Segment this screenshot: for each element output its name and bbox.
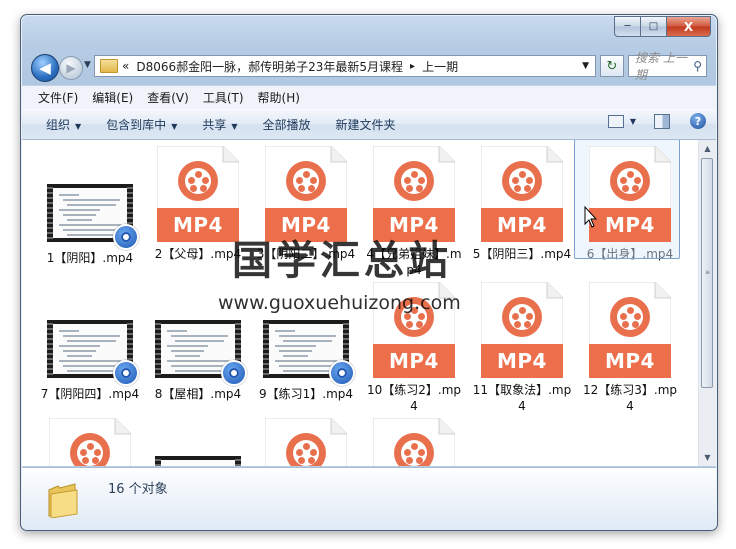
search-placeholder: 搜索 上一期 (635, 51, 687, 82)
file-item[interactable]: MP4 11【取象法】.mp4 (472, 282, 572, 414)
file-item[interactable]: 1【阴阳】.mp4 (40, 146, 140, 266)
file-name: 1【阴阳】.mp4 (46, 251, 134, 265)
mp4-file-icon: MP4 (481, 282, 563, 378)
media-player-badge-icon (113, 224, 139, 250)
close-button[interactable]: X (667, 16, 711, 37)
file-name: 7【阴阳四】.mp4 (40, 387, 140, 401)
mp4-label: MP4 (589, 208, 671, 242)
search-icon[interactable]: ⚲ (693, 59, 702, 73)
folder-icon (48, 483, 78, 518)
mp4-file-icon: MP4 (481, 146, 563, 242)
file-item[interactable]: MP4 (256, 418, 356, 466)
folder-icon (100, 59, 118, 73)
chevron-down-icon: ▼ (75, 121, 82, 131)
menu-item-3[interactable]: 工具(T) (203, 89, 244, 106)
preview-pane-icon[interactable] (654, 113, 670, 129)
search-input[interactable]: 搜索 上一期 ⚲ (628, 51, 707, 82)
organize-button[interactable]: 组织 ▼ (46, 116, 81, 133)
mp4-file-icon: MP4 (589, 146, 671, 242)
vertical-scrollbar[interactable]: ▲ ≡ ▼ (698, 140, 716, 466)
media-player-badge-icon (329, 360, 355, 386)
scrollbar-thumb[interactable]: ≡ (701, 158, 713, 388)
menu-item-2[interactable]: 查看(V) (147, 89, 189, 106)
view-options-icon[interactable] (607, 114, 624, 128)
address-bar[interactable]: « D8066郝金阳一脉，郝传明弟子23年最新5月课程 ▸ 上一期 ▼ (94, 55, 596, 77)
navigation-bar: ◀ ▶ ▼ « D8066郝金阳一脉，郝传明弟子23年最新5月课程 ▸ 上一期 … (29, 51, 709, 82)
mp4-label: MP4 (589, 344, 671, 378)
address-separator-icon[interactable]: ▸ (410, 61, 415, 72)
watermark-url: www.guoxuehuizong.com (218, 292, 461, 314)
media-player-badge-icon (221, 360, 247, 386)
menu-item-1[interactable]: 编辑(E) (92, 89, 133, 106)
caption-buttons: ─ □ X (614, 16, 711, 37)
file-item[interactable] (148, 418, 248, 466)
file-name: 11【取象法】.mp4 (472, 383, 572, 413)
video-thumbnail (47, 320, 139, 386)
mp4-file-icon: MP4 (49, 418, 131, 466)
file-name: 5【阴阳三】.mp4 (472, 247, 572, 261)
scroll-up-icon[interactable]: ▲ (699, 140, 716, 157)
chevron-down-icon: ▼ (171, 121, 178, 131)
address-dropdown-icon[interactable]: ▼ (582, 61, 589, 71)
chevron-down-icon: ▼ (231, 121, 238, 131)
video-thumbnail (155, 456, 241, 466)
address-overflow-chevron[interactable]: « (122, 59, 129, 73)
include-in-library-button[interactable]: 包含到库中 ▼ (106, 116, 177, 133)
file-item[interactable]: MP4 12【练习3】.mp4 (580, 282, 680, 414)
recent-pages-dropdown[interactable]: ▼ (84, 60, 91, 70)
forward-button[interactable]: ▶ (59, 56, 83, 80)
file-item[interactable]: MP4 6【出身】.mp4 (574, 140, 680, 262)
file-item[interactable]: 7【阴阳四】.mp4 (40, 282, 140, 402)
file-name: 9【练习1】.mp4 (258, 387, 354, 401)
video-thumbnail (155, 320, 247, 386)
mp4-label: MP4 (481, 208, 563, 242)
mp4-label: MP4 (481, 344, 563, 378)
mouse-cursor-icon (584, 205, 598, 228)
file-item[interactable]: MP4 (40, 418, 140, 466)
item-count: 16 个对象 (108, 482, 168, 497)
watermark-title: 国学汇总站 (232, 238, 452, 284)
file-item[interactable]: MP4 5【阴阳三】.mp4 (472, 146, 572, 262)
view-dropdown-icon[interactable]: ▼ (630, 117, 636, 126)
help-icon[interactable]: ? (690, 113, 706, 129)
share-button[interactable]: 共享 ▼ (202, 116, 237, 133)
mp4-file-icon: MP4 (589, 282, 671, 378)
scroll-down-icon[interactable]: ▼ (699, 449, 716, 466)
mp4-file-icon: MP4 (157, 146, 239, 242)
maximize-button[interactable]: □ (641, 16, 667, 37)
refresh-button[interactable]: ↻ (600, 55, 624, 77)
address-segment-course[interactable]: D8066郝金阳一脉，郝传明弟子23年最新5月课程 (136, 58, 403, 75)
play-all-button[interactable]: 全部播放 (263, 116, 311, 133)
file-name: 12【练习3】.mp4 (582, 383, 678, 413)
menu-item-0[interactable]: 文件(F) (38, 89, 78, 106)
back-button[interactable]: ◀ (31, 54, 59, 82)
mp4-label: MP4 (373, 344, 455, 378)
command-bar: 组织 ▼ 包含到库中 ▼ 共享 ▼ 全部播放 新建文件夹 ▼ ? (22, 109, 716, 140)
minimize-button[interactable]: ─ (614, 16, 641, 37)
view-controls: ▼ ? (607, 113, 706, 129)
file-name: 8【屋相】.mp4 (154, 387, 242, 401)
menu-item-4[interactable]: 帮助(H) (258, 89, 300, 106)
file-item[interactable]: MP4 (364, 418, 464, 466)
video-thumbnail (263, 320, 355, 386)
file-name: 10【练习2】.mp4 (366, 383, 462, 413)
address-segment-current[interactable]: 上一期 (422, 58, 458, 75)
new-folder-button[interactable]: 新建文件夹 (336, 116, 396, 133)
mp4-label: MP4 (157, 208, 239, 242)
mp4-file-icon: MP4 (373, 418, 455, 466)
mp4-file-icon: MP4 (265, 418, 347, 466)
video-thumbnail (47, 184, 139, 250)
menu-bar: 文件(F) 编辑(E) 查看(V) 工具(T) 帮助(H) (22, 85, 716, 110)
media-player-badge-icon (113, 360, 139, 386)
details-pane: 16 个对象 (22, 467, 716, 530)
